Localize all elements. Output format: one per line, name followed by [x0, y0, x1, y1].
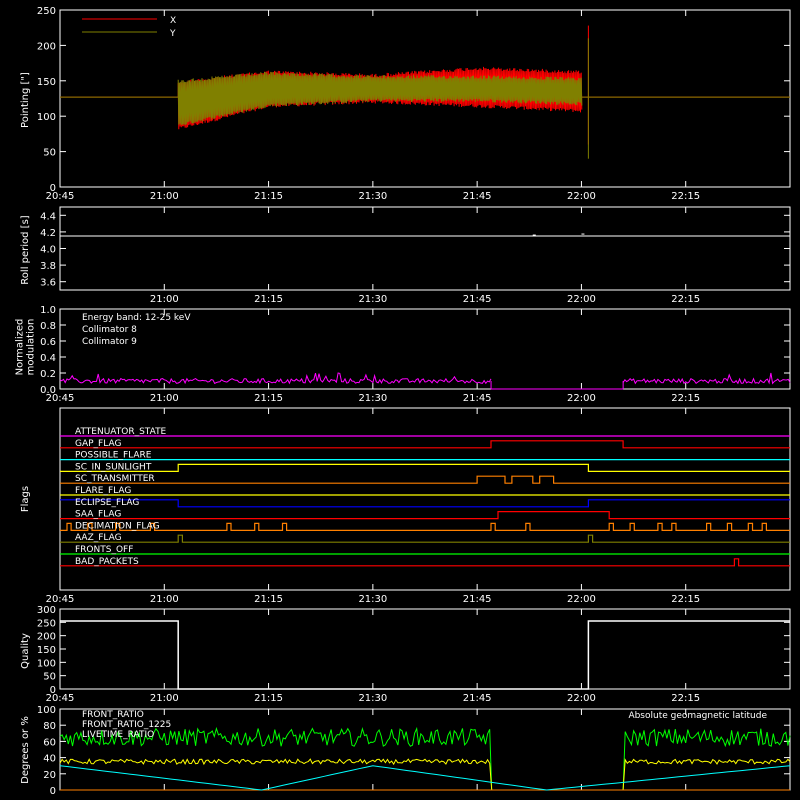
y-axis-label: Quality — [20, 633, 31, 669]
x-tick-label: 20:45 — [46, 594, 75, 605]
flag-fronts-off-label: FRONTS_OFF — [75, 545, 133, 555]
x-tick-label: 21:00 — [150, 693, 179, 704]
y-tick-label: 200 — [37, 632, 56, 643]
x-tick-label: 21:30 — [358, 294, 387, 305]
x-tick-label: 21:45 — [463, 594, 492, 605]
legend-label-y: Y — [169, 29, 176, 39]
y-tick-label: 250 — [37, 6, 56, 17]
y-tick-label: 100 — [37, 112, 56, 123]
x-tick-label: 21:30 — [358, 693, 387, 704]
flag-sc-transmitter-label: SC_TRANSMITTER — [75, 474, 155, 484]
y-tick-label: 3.6 — [40, 278, 56, 289]
x-tick-label: 21:45 — [463, 393, 492, 404]
x-tick-label: 22:15 — [671, 294, 700, 305]
x-tick-label: 22:00 — [567, 393, 596, 404]
y-tick-label: 80 — [43, 721, 56, 732]
y-axis-label: Pointing ["] — [20, 72, 31, 128]
x-tick-label: 22:00 — [567, 693, 596, 704]
y-axis-label: Normalized — [15, 319, 26, 376]
flag-gap-flag-label: GAP_FLAG — [75, 439, 121, 449]
x-tick-label: 21:00 — [150, 294, 179, 305]
y-tick-label: 0.6 — [40, 337, 56, 348]
x-tick-label: 22:00 — [567, 191, 596, 202]
y-axis-label: Degrees or % — [20, 716, 31, 784]
x-tick-label: 21:30 — [358, 393, 387, 404]
x-tick-label: 21:00 — [150, 191, 179, 202]
y-tick-label: 300 — [37, 605, 56, 616]
flag-possible-flare-label: POSSIBLE_FLARE — [75, 451, 152, 461]
x-tick-label: 22:15 — [671, 191, 700, 202]
flag-eclipse-flag-label: ECLIPSE_FLAG — [75, 498, 139, 508]
x-tick-label: 20:45 — [46, 191, 75, 202]
x-tick-label: 21:00 — [150, 594, 179, 605]
legend-label-collimator: Collimator 9 — [82, 337, 137, 347]
x-tick-label: 22:15 — [671, 594, 700, 605]
x-tick-label: 21:45 — [463, 294, 492, 305]
y-tick-label: 150 — [37, 77, 56, 88]
x-tick-label: 21:00 — [150, 393, 179, 404]
legend-label-collimator: Collimator 8 — [82, 325, 137, 335]
y-axis-label: Flags — [20, 486, 31, 512]
y-tick-label: 250 — [37, 618, 56, 629]
y-tick-label: 3.8 — [40, 261, 56, 272]
x-tick-label: 21:15 — [254, 294, 283, 305]
x-tick-label: 22:15 — [671, 393, 700, 404]
x-tick-label: 21:45 — [463, 191, 492, 202]
x-tick-label: 21:15 — [254, 693, 283, 704]
x-tick-label: 22:00 — [567, 294, 596, 305]
y-tick-label: 0.2 — [40, 369, 56, 380]
summary-plot: 0 50 100 150 200 250 20:45 21:00 21:15 21:30 21:45… — [0, 0, 800, 800]
y-tick-label: 4.4 — [40, 211, 56, 222]
x-tick-label: 22:00 — [567, 594, 596, 605]
legend-label-geomagnetic-latitude: Absolute geomagnetic latitude — [628, 711, 767, 721]
y-axis-label: modulation — [26, 319, 37, 376]
x-tick-label: 21:15 — [254, 594, 283, 605]
legend-label-x: X — [170, 16, 176, 26]
flag-decimation-flag-label: DECIMATION_FLAG — [75, 521, 160, 531]
y-tick-label: 0.8 — [40, 321, 56, 332]
y-tick-label: 40 — [43, 754, 56, 765]
x-tick-label: 20:45 — [46, 693, 75, 704]
x-tick-label: 21:45 — [463, 693, 492, 704]
x-tick-label: 21:15 — [254, 393, 283, 404]
y-tick-label: 150 — [37, 645, 56, 656]
y-tick-label: 1.0 — [40, 305, 56, 316]
x-tick-label: 21:30 — [358, 594, 387, 605]
x-tick-label: 21:30 — [358, 191, 387, 202]
y-axis-label: Roll period [s] — [20, 215, 31, 284]
x-tick-label: 20:45 — [46, 393, 75, 404]
y-tick-label: 100 — [37, 705, 56, 716]
legend-label-livetime-ratio: LIVETIME_RATIO — [82, 730, 154, 740]
flag-aaz-flag-label: AAZ_FLAG — [75, 533, 122, 543]
y-tick-label: 0 — [50, 786, 56, 797]
y-tick-label: 50 — [43, 148, 56, 159]
y-tick-label: 20 — [43, 770, 56, 781]
flag-sc-in-sunlight-label: SC_IN_SUNLIGHT — [75, 462, 152, 472]
x-tick-label: 22:15 — [671, 693, 700, 704]
y-tick-label: 4.2 — [40, 228, 56, 239]
x-tick-label: 21:15 — [254, 191, 283, 202]
y-tick-label: 200 — [37, 41, 56, 52]
legend-label-front-ratio: FRONT_RATIO — [82, 710, 144, 720]
flag-attenuator-state-label: ATTENUATOR_STATE — [75, 427, 167, 437]
flag-saa-flag-label: SAA_FLAG — [75, 510, 121, 520]
flag-bad-packets-label: BAD_PACKETS — [75, 557, 139, 567]
y-tick-label: 100 — [37, 658, 56, 669]
energy-band-label: Energy band: 12-25 keV — [82, 313, 191, 323]
y-tick-label: 0.4 — [40, 353, 56, 364]
y-tick-label: 60 — [43, 737, 56, 748]
y-tick-label: 4.0 — [40, 245, 56, 256]
flag-flare-flag-label: FLARE_FLAG — [75, 486, 131, 496]
legend-label-front-ratio-1225: FRONT_RATIO_1225 — [82, 720, 171, 730]
y-tick-label: 50 — [43, 672, 56, 683]
